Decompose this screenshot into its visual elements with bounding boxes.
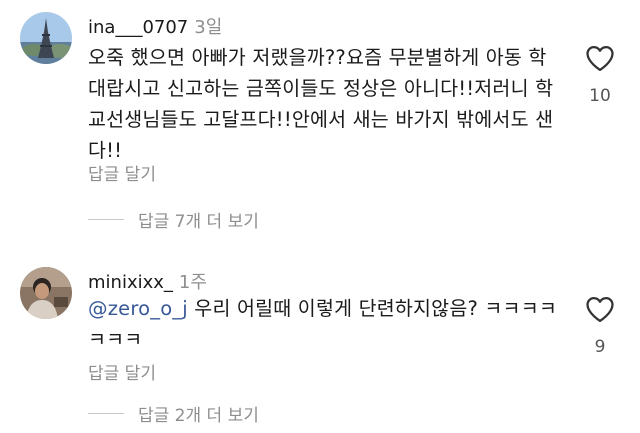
like-count: 10 bbox=[589, 86, 611, 106]
comment-text: @zero_o_j 우리 어릴때 이렇게 단련하지않음? ㅋㅋㅋㅋㅋㅋㅋ bbox=[88, 293, 558, 355]
reply-button[interactable]: 답글 달기 bbox=[88, 359, 156, 384]
view-replies-label: 답글 2개 더 보기 bbox=[138, 406, 259, 426]
avatar[interactable] bbox=[20, 267, 72, 319]
heart-outline-icon bbox=[586, 297, 614, 322]
username[interactable]: minixixx_ bbox=[88, 272, 173, 293]
view-replies-button[interactable]: 답글 7개 더 보기 bbox=[88, 207, 259, 232]
heart-outline-icon bbox=[586, 46, 614, 71]
like-button[interactable]: 10 bbox=[580, 44, 620, 106]
username[interactable]: ina___0707 bbox=[88, 17, 188, 38]
comment-header: minixixx_ 1주 bbox=[88, 268, 207, 294]
divider-line bbox=[88, 219, 124, 220]
timestamp: 3일 bbox=[194, 17, 223, 38]
mention-link[interactable]: @zero_o_j bbox=[88, 297, 188, 320]
comment-text: 오죽 했으면 아빠가 저랬을까??요즘 무분별하게 아동 학대랍시고 신고하는 … bbox=[88, 46, 554, 162]
view-replies-label: 답글 7개 더 보기 bbox=[138, 212, 259, 232]
divider-line bbox=[88, 413, 124, 414]
avatar[interactable] bbox=[20, 12, 72, 64]
view-replies-button[interactable]: 답글 2개 더 보기 bbox=[88, 401, 259, 426]
reply-button[interactable]: 답글 달기 bbox=[88, 160, 156, 185]
like-button[interactable]: 9 bbox=[580, 295, 620, 357]
comment-header: ina___0707 3일 bbox=[88, 13, 222, 39]
like-count: 9 bbox=[594, 337, 606, 357]
timestamp: 1주 bbox=[178, 272, 207, 293]
